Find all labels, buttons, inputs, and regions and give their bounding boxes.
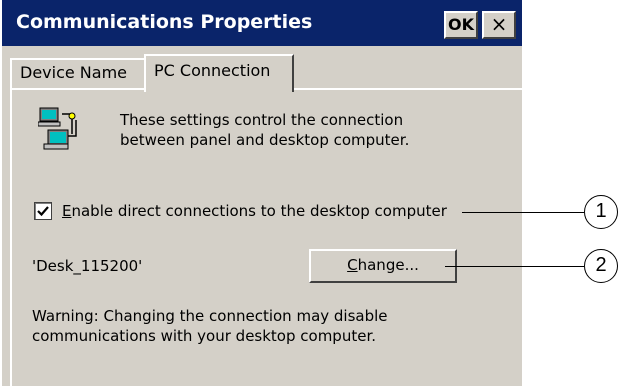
device-name-value: 'Desk_115200' — [32, 257, 143, 275]
callout-2-line — [445, 266, 584, 267]
close-button[interactable]: × — [482, 11, 516, 39]
info-text-line-1: These settings control the connection — [120, 111, 404, 129]
callout-1-line — [462, 212, 584, 213]
enable-direct-connections-checkbox[interactable] — [34, 202, 52, 220]
ok-button[interactable]: OK — [444, 11, 478, 39]
change-button[interactable]: Change... — [309, 249, 457, 283]
title-bar: Communications Properties OK × — [2, 0, 522, 46]
tab-device-name[interactable]: Device Name — [10, 58, 146, 88]
enable-direct-connections-label[interactable]: Enable direct connections to the desktop… — [62, 200, 447, 222]
pc-connection-icon — [38, 107, 77, 150]
warning-line-1: Warning: Changing the connection may dis… — [32, 307, 388, 325]
warning-text: Warning: Changing the connection may dis… — [32, 306, 452, 346]
tab-pc-connection[interactable]: PC Connection — [144, 54, 294, 92]
checkmark-icon — [37, 206, 49, 217]
info-text-line-2: between panel and desktop computer. — [120, 131, 410, 149]
warning-line-2: communications with your desktop compute… — [32, 327, 377, 345]
window-title: Communications Properties — [16, 11, 313, 33]
communications-properties-window: Communications Properties OK × Device Na… — [0, 0, 522, 386]
callout-1: 1 — [584, 195, 618, 229]
info-text: These settings control the connection be… — [120, 110, 500, 150]
change-accelerator: C — [347, 256, 358, 274]
change-label-rest: hange... — [357, 256, 419, 274]
label-rest: nable direct connections to the desktop … — [71, 202, 447, 220]
callout-2: 2 — [584, 249, 618, 283]
